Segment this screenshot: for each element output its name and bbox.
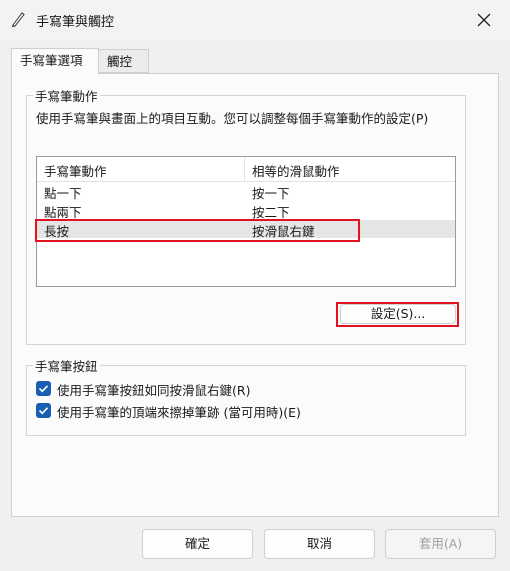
pen-buttons-group <box>26 365 466 436</box>
pen-buttons-group-title: 手寫筆按鈕 <box>33 356 100 375</box>
close-icon[interactable] <box>472 8 496 32</box>
title-bar: 手寫筆與觸控 <box>0 0 510 40</box>
tab-pen-options[interactable]: 手寫筆選項 <box>11 48 99 74</box>
column-header-pen-action[interactable]: 手寫筆動作 <box>44 161 107 180</box>
list-item[interactable]: 點兩下 按二下 <box>37 201 455 220</box>
pen-actions-description: 使用手寫筆與畫面上的項目互動。您可以調整每個手寫筆動作的設定(P) <box>36 111 429 126</box>
eraser-option-label: 使用手寫筆的頂端來擦掉筆跡 (當可用時)(E) <box>57 405 301 420</box>
list-header: 手寫筆動作 相等的滑鼠動作 <box>37 157 455 182</box>
column-header-mouse-action[interactable]: 相等的滑鼠動作 <box>252 161 340 180</box>
cancel-button[interactable]: 取消 <box>264 529 375 559</box>
ok-button[interactable]: 確定 <box>142 529 253 559</box>
apply-button[interactable]: 套用(A) <box>385 529 496 559</box>
pen-actions-group-title: 手寫筆動作 <box>33 86 100 105</box>
window-title: 手寫筆與觸控 <box>36 15 115 30</box>
column-divider[interactable] <box>244 157 245 181</box>
tab-touch[interactable]: 觸控 <box>99 49 149 73</box>
highlight-box-settings <box>336 302 459 327</box>
checkbox-checked-icon[interactable] <box>36 403 51 418</box>
pen-icon <box>11 12 25 27</box>
list-item-mouse: 按一下 <box>252 186 290 201</box>
list-item-action: 點一下 <box>44 186 82 201</box>
list-item[interactable]: 點一下 按一下 <box>37 182 455 201</box>
right-click-option-label: 使用手寫筆按鈕如同按滑鼠右鍵(R) <box>57 383 251 398</box>
checkbox-checked-icon[interactable] <box>36 381 51 396</box>
highlight-box-long-press <box>35 219 360 242</box>
